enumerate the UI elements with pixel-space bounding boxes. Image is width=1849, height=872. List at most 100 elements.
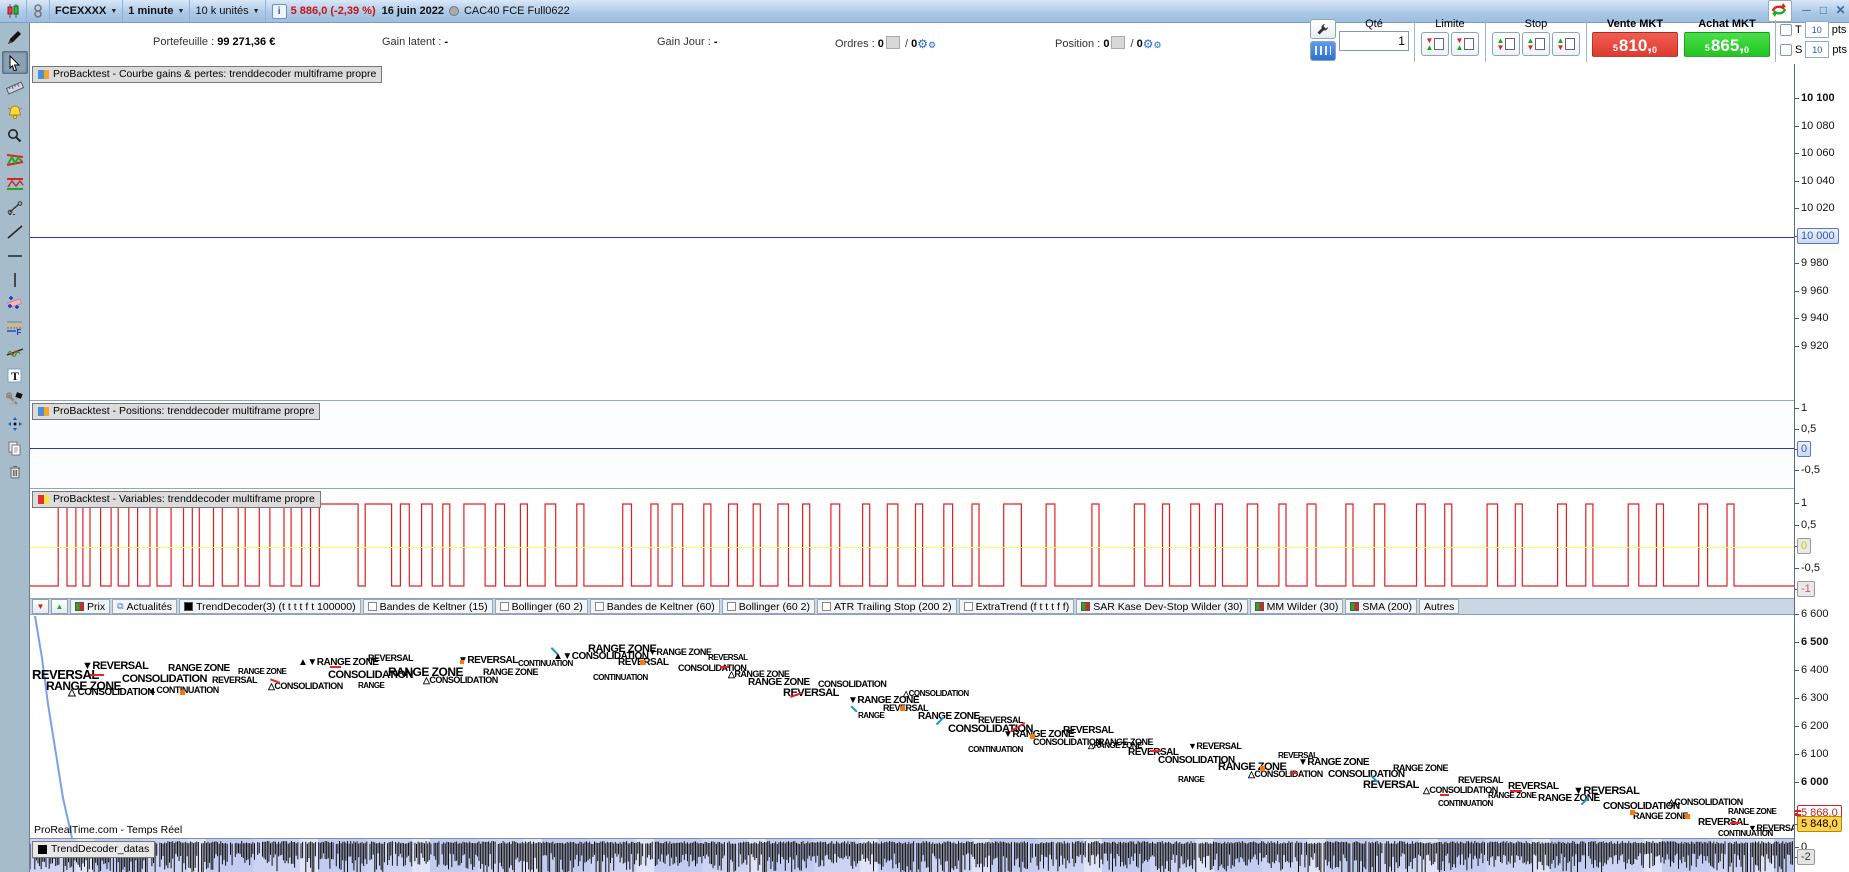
fibonacci-levels-icon[interactable]: F	[3, 317, 27, 338]
maximize-button[interactable]: □	[1815, 3, 1832, 19]
minimize-button[interactable]: ─	[1798, 3, 1815, 19]
variables-panel-tab[interactable]: ProBacktest - Variables: trenddecoder mu…	[32, 491, 321, 508]
trend-line-icon[interactable]	[3, 221, 27, 242]
fibonacci-points-icon[interactable]	[3, 293, 27, 314]
equity-panel-tab[interactable]: ProBacktest - Courbe gains & pertes: tre…	[32, 66, 383, 83]
positions-panel[interactable]: ProBacktest - Positions: trenddecoder mu…	[30, 401, 1794, 489]
indicator-checkbox[interactable]	[594, 602, 604, 611]
indicator-down-button[interactable]: ▼	[32, 599, 49, 614]
indicator-tab-sma-200[interactable]: SMA (200)	[1345, 599, 1417, 614]
annotation-label: RANGE	[858, 711, 885, 720]
price-axis[interactable]: 10 100 10 080 10 060 10 040 10 020 10 000 9 98…	[1794, 64, 1849, 872]
instrument-selector[interactable]: FCEXXXX ▼	[50, 0, 124, 22]
trenddecoder-datas-title: TrendDecoder_datas	[51, 843, 150, 855]
limit-order-button-1[interactable]: ▼ ▲	[1420, 32, 1449, 56]
keyboard-shortcuts-button[interactable]	[1309, 41, 1336, 61]
zoom-magnifier-icon[interactable]	[3, 125, 27, 146]
vertical-line-icon[interactable]	[3, 269, 27, 290]
indicator-tab-sar-kase-dev-stop-wilder-30[interactable]: SAR Kase Dev-Stop Wilder (30)	[1076, 599, 1248, 614]
order-settings-wrench-button[interactable]	[1309, 19, 1336, 39]
equity-curve-panel[interactable]: ProBacktest - Courbe gains & pertes: tre…	[30, 64, 1794, 401]
position-settings-gears-icon[interactable]: ⚙⚙	[1143, 37, 1162, 51]
indicator-checkbox[interactable]	[499, 602, 509, 611]
equity-axis-label: 9 920	[1801, 339, 1829, 352]
move-icon[interactable]	[3, 413, 27, 434]
stop-order-button-3[interactable]: ▲ ▼	[1551, 32, 1580, 56]
indicator-up-button[interactable]: ▲	[51, 599, 68, 614]
annotation-label: ▼RANGE ZONE	[648, 647, 712, 657]
info-icon[interactable]: i	[271, 3, 287, 19]
indicator-tab-actualit-s[interactable]: ⧉ Actualités	[112, 599, 178, 614]
alert-bell-icon[interactable]	[3, 101, 27, 122]
orders-list-icon[interactable]	[885, 36, 900, 49]
drawing-toolbar: FT	[0, 23, 30, 872]
stop-order-button-2[interactable]: ▲ ▼	[1521, 32, 1550, 56]
trash-icon[interactable]	[3, 461, 27, 482]
tools-icon[interactable]	[3, 389, 27, 410]
indicator-tab-atr-trailing-stop-200-2[interactable]: ATR Trailing Stop (200 2)	[816, 599, 957, 614]
indicator-tab-extratrend-f-t-t-t-f-f[interactable]: ExtraTrend (f t t t f f)	[958, 599, 1075, 614]
indicator-color-icon	[75, 602, 84, 611]
pattern-triangle-icon[interactable]	[3, 149, 27, 170]
indicator-checkbox[interactable]	[367, 602, 377, 611]
indicator-tab-label: MM Wilder (30)	[1266, 600, 1339, 613]
stoploss-points-input[interactable]	[1805, 41, 1830, 58]
indicator-tab-bollinger-60-2[interactable]: Bollinger (60 2)	[721, 599, 815, 614]
indicator-tab-mm-wilder-30[interactable]: MM Wilder (30)	[1249, 599, 1344, 614]
copy-icon[interactable]	[3, 437, 27, 458]
axis-tick	[1795, 318, 1799, 319]
indicator-tab-bollinger-60-2[interactable]: Bollinger (60 2)	[494, 599, 588, 614]
limit-order-button-2[interactable]: ▼ ▲	[1450, 32, 1479, 56]
position-list-icon[interactable]	[1111, 36, 1126, 49]
buy-market-button[interactable]: 5 865, 0	[1683, 32, 1770, 57]
annotation-label: △CONSOLIDATION	[1668, 797, 1743, 807]
timeframe-selector[interactable]: 1 minute ▼	[123, 0, 191, 22]
indicator-tab-prix[interactable]: Prix	[70, 599, 111, 614]
annotation-label: ▼REVERSAL	[1573, 785, 1640, 797]
indicator-tab-bandes-de-keltner-60[interactable]: Bandes de Keltner (60)	[589, 599, 720, 614]
positions-panel-tab[interactable]: ProBacktest - Positions: trenddecoder mu…	[32, 403, 321, 420]
order-doc-icon	[1535, 38, 1546, 50]
sell-market-label: Vente MKT	[1606, 18, 1664, 30]
axis-tick	[1795, 180, 1799, 182]
target-stop-group: T pts S pts	[1779, 18, 1847, 58]
indicator-checkbox[interactable]	[821, 602, 831, 611]
pattern-channel-icon[interactable]	[3, 173, 27, 194]
text-tool-icon[interactable]: T	[3, 365, 27, 386]
limit-order-group: Limite ▼ ▲ ▼ ▲	[1417, 18, 1483, 56]
trenddecoder-datas-tab[interactable]: TrendDecoder_datas	[32, 841, 156, 858]
indicator-tab-trenddecoder-3-t-t-t-t-f-t-100000[interactable]: TrendDecoder(3) (t t t t f t 100000)	[179, 599, 361, 614]
segment-icon[interactable]	[3, 197, 27, 218]
close-button[interactable]: ✕	[1832, 3, 1849, 19]
regression-channel-icon[interactable]	[3, 341, 27, 362]
pencil-draw-icon[interactable]	[3, 27, 27, 48]
indicator-tab-autres[interactable]: Autres	[1418, 599, 1460, 614]
stop-order-button-1[interactable]: ▲ ▼	[1491, 32, 1520, 56]
position-count: Position : 0 / 0⚙⚙	[1055, 36, 1162, 51]
axis-tick	[1795, 847, 1799, 848]
variables-panel[interactable]: ProBacktest - Variables: trenddecoder mu…	[30, 489, 1794, 598]
sell-market-button[interactable]: 5 810, 0	[1591, 32, 1678, 57]
target-points-input[interactable]	[1804, 21, 1829, 38]
trenddecoder-datas-panel[interactable]: TrendDecoder_datas	[30, 838, 1794, 872]
target-checkbox[interactable]	[1779, 23, 1792, 36]
annotation-label: △CONSOLIDATION	[1248, 769, 1323, 779]
chart-mark	[1685, 814, 1690, 819]
quantity-input[interactable]	[1338, 31, 1409, 51]
main-axis-label: 6 300	[1801, 692, 1829, 704]
orders-settings-gears-icon[interactable]: ⚙⚙	[917, 37, 936, 51]
chart-type-button[interactable]	[0, 0, 27, 22]
link-icon[interactable]	[27, 0, 50, 22]
variables-axis-label: -1	[1797, 581, 1815, 597]
probacktest-icon	[38, 494, 49, 504]
ruler-icon[interactable]	[3, 77, 27, 98]
indicator-checkbox[interactable]	[726, 602, 736, 611]
horizontal-line-icon[interactable]	[3, 245, 27, 266]
units-selector[interactable]: 10 k unités ▼	[190, 0, 266, 22]
cursor-select-icon[interactable]	[1, 51, 28, 74]
quantity-group: Qté	[1336, 18, 1412, 51]
price-chart-panel[interactable]: REVERSAL ▼REVERSAL RANGE ZONE CONSOLIDATION…	[30, 616, 1794, 838]
indicator-tab-bandes-de-keltner-15[interactable]: Bandes de Keltner (15)	[362, 599, 493, 614]
indicator-checkbox[interactable]	[963, 602, 973, 611]
stoploss-checkbox[interactable]	[1779, 43, 1792, 56]
